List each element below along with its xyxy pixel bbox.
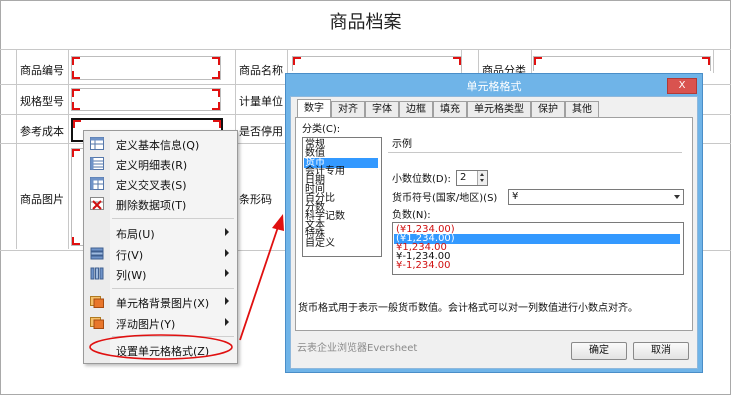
cross-table-icon (90, 177, 104, 190)
negative-numbers-label: 负数(N): (392, 210, 431, 221)
dialog-title: 单元格格式 (466, 80, 522, 93)
menu-item-label: 定义明细表(R) (116, 159, 188, 172)
number-tab-panel: 分类(C): 常规 数值 货币 会计专用 日期 时间 百分比 分数 科学记数 文… (295, 117, 693, 331)
product-image-label: 商品图片 (20, 193, 64, 206)
page-title: 商品档案 (329, 12, 402, 33)
category-item[interactable]: 自定义 (305, 239, 335, 249)
grid-line (16, 49, 17, 249)
tab-font[interactable]: 字体 (365, 101, 399, 118)
menu-item-delete-data-item[interactable]: 删除数据项(T) (84, 194, 237, 214)
product-code-input[interactable] (71, 56, 221, 80)
menu-item-floating-image[interactable]: 浮动图片(Y) (84, 313, 237, 333)
tab-fill[interactable]: 填充 (433, 101, 467, 118)
footer-brand: 云表企业浏览器Eversheet (297, 343, 418, 354)
submenu-arrow-icon (225, 269, 229, 277)
grid-line (713, 49, 714, 73)
tab-border[interactable]: 边框 (399, 101, 433, 118)
menu-item-label: 单元格背景图片(X) (116, 297, 210, 310)
highlight-ellipse (89, 334, 233, 360)
submenu-arrow-icon (225, 249, 229, 257)
grid-line (287, 49, 288, 73)
menu-item-label: 列(W) (116, 269, 147, 282)
product-code-label: 商品编号 (20, 64, 64, 77)
menu-item-layout[interactable]: 布局(U) (84, 223, 237, 243)
tab-other[interactable]: 其他 (565, 101, 599, 118)
menu-item-label: 布局(U) (116, 228, 155, 241)
menu-separator (112, 288, 234, 289)
menu-item-define-detail-table[interactable]: 定义明细表(R) (84, 154, 237, 174)
menu-item-label: 行(V) (116, 249, 144, 262)
tab-number[interactable]: 数字 (297, 99, 331, 119)
cancel-button[interactable]: 取消 (633, 342, 689, 360)
ok-button[interactable]: 确定 (571, 342, 627, 360)
decimal-places-value: 2 (460, 172, 467, 183)
spec-model-input[interactable] (71, 88, 221, 111)
unit-label: 计量单位 (239, 95, 283, 108)
menu-separator (112, 218, 234, 219)
context-menu: 定义基本信息(Q) 定义明细表(R) 定义交叉表(S) 删除数据项(T) 布局(… (83, 130, 238, 364)
reference-cost-label: 参考成本 (20, 125, 64, 138)
chevron-down-icon (674, 195, 680, 199)
category-label: 分类(C): (302, 124, 341, 135)
grid-line (531, 49, 532, 73)
sample-group (388, 152, 682, 165)
decimal-places-stepper[interactable]: 2 (456, 170, 488, 186)
format-description: 货币格式用于表示一般货币数值。会计格式可以对一列数值进行小数点对齐。 (298, 303, 638, 314)
columns-icon (90, 267, 104, 280)
negative-format-item[interactable]: ¥-1,234.00 (396, 261, 451, 271)
float-image-icon (90, 317, 104, 329)
product-category-input[interactable] (533, 56, 711, 71)
product-name-input[interactable] (292, 56, 462, 71)
table-icon (90, 137, 104, 150)
rows-icon (90, 247, 104, 260)
barcode-label: 条形码 (239, 193, 272, 206)
tab-alignment[interactable]: 对齐 (331, 101, 365, 118)
submenu-arrow-icon (225, 297, 229, 305)
menu-item-column[interactable]: 列(W) (84, 264, 237, 284)
grid-line (478, 49, 479, 73)
menu-item-row[interactable]: 行(V) (84, 244, 237, 264)
menu-item-label: 定义基本信息(Q) (116, 139, 200, 152)
format-cells-dialog: 单元格格式 X 数字 对齐 字体 边框 填充 单元格类型 保护 其他 分类(C)… (285, 73, 703, 373)
delete-table-icon (90, 197, 104, 210)
grid-line (0, 49, 731, 50)
decimal-places-label: 小数位数(D): (392, 174, 451, 185)
negative-numbers-list[interactable]: (¥1,234.00) (¥1,234.00) ¥1,234.00 ¥-1,23… (392, 222, 684, 275)
menu-item-cell-background-image[interactable]: 单元格背景图片(X) (84, 292, 237, 312)
close-button[interactable]: X (667, 78, 697, 94)
menu-item-label: 浮动图片(Y) (116, 318, 176, 331)
menu-item-define-cross-table[interactable]: 定义交叉表(S) (84, 174, 237, 194)
background-image-icon (90, 296, 104, 308)
detail-table-icon (90, 157, 104, 170)
grid-line (68, 49, 69, 249)
disabled-flag-label: 是否停用 (239, 125, 283, 138)
currency-symbol-label: 货币符号(国家/地区)(S) (392, 193, 498, 204)
category-list[interactable]: 常规 数值 货币 会计专用 日期 时间 百分比 分数 科学记数 文本 特殊 自定… (302, 137, 382, 257)
dialog-body: 数字 对齐 字体 边框 填充 单元格类型 保护 其他 分类(C): 常规 数值 … (290, 96, 698, 369)
menu-item-label: 删除数据项(T) (116, 199, 187, 212)
tab-cell-type[interactable]: 单元格类型 (467, 101, 531, 118)
sample-label: 示例 (392, 139, 412, 150)
currency-symbol-select[interactable]: ¥ (508, 189, 684, 205)
menu-item-define-basic-info[interactable]: 定义基本信息(Q) (84, 134, 237, 154)
currency-symbol-value: ¥ (512, 191, 519, 202)
spec-model-label: 规格型号 (20, 95, 64, 108)
stepper-arrows-icon[interactable] (477, 171, 487, 185)
tab-protection[interactable]: 保护 (531, 101, 565, 118)
menu-item-label: 定义交叉表(S) (116, 179, 187, 192)
product-name-label: 商品名称 (239, 64, 283, 77)
submenu-arrow-icon (225, 318, 229, 326)
submenu-arrow-icon (225, 228, 229, 236)
